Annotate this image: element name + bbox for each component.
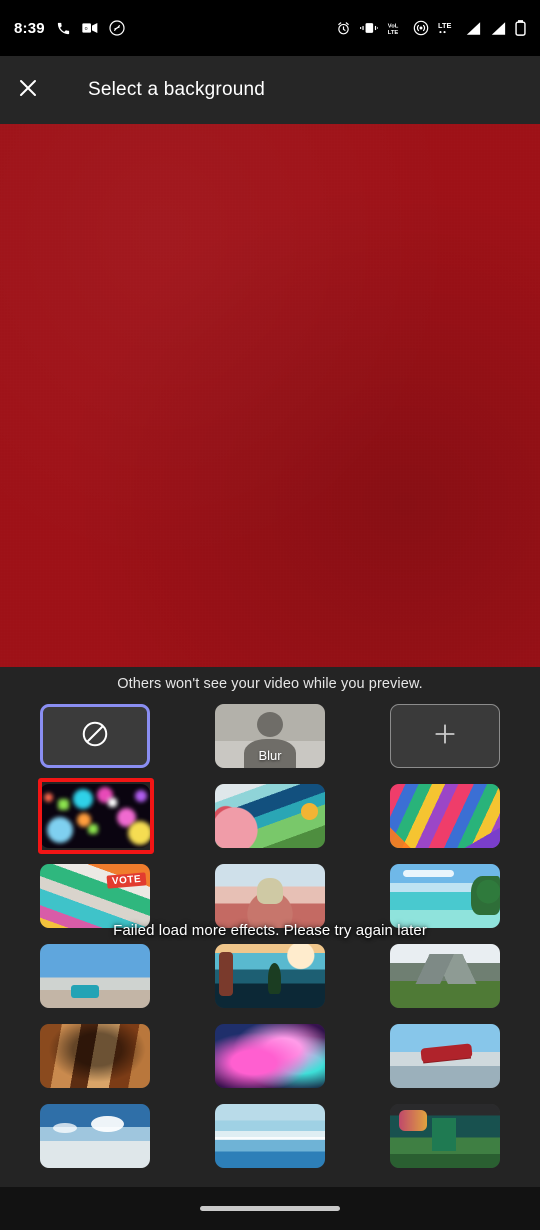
effect-tile-pastel-still-life[interactable] (215, 864, 325, 928)
video-preview (0, 124, 540, 667)
office-thumbnail (390, 1104, 500, 1168)
effect-tile-colorful-abstract-blocks[interactable] (390, 784, 500, 848)
vibrate-icon (360, 21, 378, 35)
canyon-thumbnail (40, 1024, 150, 1088)
effect-tile-ocean-horizon[interactable] (215, 1104, 325, 1168)
screen-root: 8:39 o VoL LTE LTE Select a background O… (0, 0, 540, 1230)
svg-text:VoL: VoL (388, 23, 399, 29)
battery-icon (515, 20, 526, 36)
effect-tile-slot-canyon[interactable] (40, 1024, 150, 1088)
vote-thumbnail: VOTE (40, 864, 150, 928)
effect-tile-bokeh-lights[interactable] (40, 784, 150, 848)
ocean-thumbnail (215, 1104, 325, 1168)
outlook-icon: o (82, 21, 98, 35)
effect-tile-office-interior[interactable] (390, 1104, 500, 1168)
mountain-thumbnail (390, 944, 500, 1008)
phone-icon (56, 21, 71, 36)
desert-thumbnail (40, 944, 150, 1008)
effect-tile-pink-galaxy[interactable] (215, 1024, 325, 1088)
preview-privacy-note: Others won't see your video while you pr… (117, 676, 423, 692)
blur-label: Blur (258, 748, 282, 763)
galaxy-thumbnail (215, 1024, 325, 1088)
abstract-blocks-thumbnail (390, 784, 500, 848)
no-effect-icon (80, 719, 110, 754)
biplane-thumbnail (390, 1024, 500, 1088)
lte-icon: LTE (438, 20, 456, 36)
close-button[interactable] (0, 56, 56, 124)
system-nav-bar (0, 1187, 540, 1230)
effect-tile-vote-graphic[interactable]: VOTE (40, 864, 150, 928)
effect-tile-sky-clouds[interactable] (40, 1104, 150, 1168)
svg-text:o: o (84, 26, 87, 32)
effect-tile-tropical-beach[interactable] (390, 864, 500, 928)
effect-tile-red-biplane[interactable] (390, 1024, 500, 1088)
signal-bars-2-icon (490, 21, 506, 36)
effect-tile-desert-sky-bus[interactable] (40, 944, 150, 1008)
add-background-button[interactable] (390, 704, 500, 768)
still-life-thumbnail (215, 864, 325, 928)
status-bar: 8:39 o VoL LTE LTE (0, 0, 540, 56)
effect-tile-blur[interactable]: Blur (215, 704, 325, 768)
effect-tile-fantasy-moon-landscape[interactable] (215, 944, 325, 1008)
status-bar-clock: 8:39 (14, 19, 45, 37)
error-toast: Failed load more effects. Please try aga… (113, 922, 427, 939)
shazam-icon (109, 20, 125, 36)
volte-icon: VoL LTE (387, 21, 404, 36)
app-bar: Select a background (0, 56, 540, 124)
hotspot-icon (413, 20, 429, 36)
fantasy-thumbnail (215, 944, 325, 1008)
effect-tile-abstract-painted-landscape[interactable] (215, 784, 325, 848)
vote-badge-text: VOTE (106, 872, 147, 889)
effect-tile-no-effect[interactable] (40, 704, 150, 768)
alarm-icon (336, 21, 351, 36)
bokeh-thumbnail (40, 784, 150, 848)
close-icon (16, 76, 40, 105)
beach-thumbnail (390, 864, 500, 928)
svg-text:LTE: LTE (388, 29, 399, 35)
sky-thumbnail (40, 1104, 150, 1168)
status-bar-left: 8:39 o (14, 20, 336, 37)
signal-bars-1-icon (465, 21, 481, 36)
abstract-landscape-thumbnail (215, 784, 325, 848)
effect-tile-mountain-valley[interactable] (390, 944, 500, 1008)
status-bar-right: VoL LTE LTE (336, 20, 526, 36)
svg-text:LTE: LTE (438, 21, 451, 30)
page-title: Select a background (88, 79, 266, 100)
plus-icon (432, 721, 458, 752)
home-gesture-pill[interactable] (200, 1206, 340, 1211)
